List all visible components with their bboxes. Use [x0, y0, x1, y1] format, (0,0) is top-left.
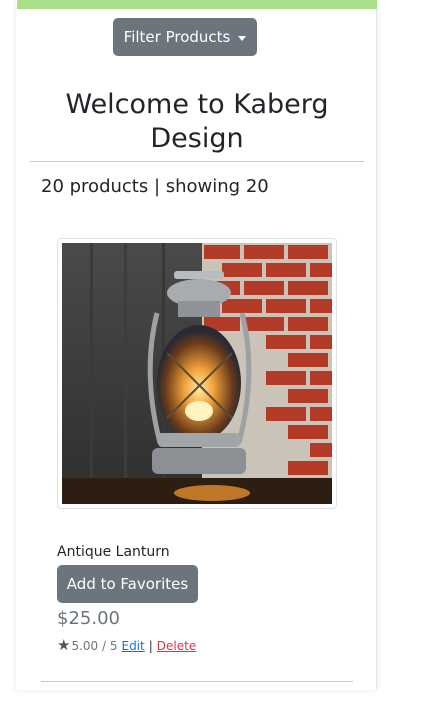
filter-products-label: Filter Products — [123, 28, 231, 46]
separator: | — [148, 638, 153, 653]
add-to-favorites-label: Add to Favorites — [66, 575, 189, 593]
delete-link[interactable]: Delete — [157, 639, 196, 653]
lantern-photo-icon — [62, 243, 332, 504]
product-count: 20 products | showing 20 — [41, 176, 269, 197]
divider — [30, 161, 364, 162]
product-name: Antique Lanturn — [57, 544, 170, 560]
caret-down-icon — [238, 35, 247, 41]
product-meta: ★ 5.00 / 5 Edit | Delete — [57, 638, 196, 653]
divider — [41, 681, 353, 682]
add-to-favorites-button[interactable]: Add to Favorites — [57, 565, 198, 603]
star-icon: ★ — [57, 636, 71, 654]
product-image[interactable] — [57, 238, 337, 509]
rating-text: 5.00 / 5 — [71, 638, 118, 653]
product-price: $25.00 — [57, 608, 120, 629]
filter-products-button[interactable]: Filter Products — [113, 18, 257, 56]
accent-bar — [17, 0, 377, 9]
page-title: Welcome to Kaberg Design — [65, 89, 329, 154]
edit-link[interactable]: Edit — [121, 639, 144, 653]
